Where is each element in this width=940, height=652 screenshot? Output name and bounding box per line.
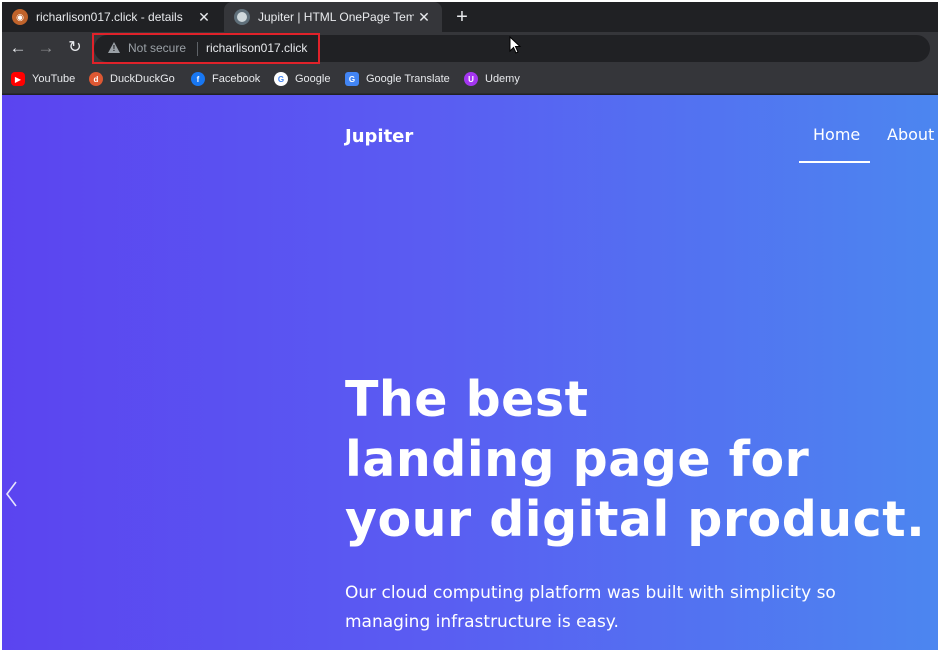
duckduckgo-icon: d	[89, 72, 103, 86]
tab-details[interactable]: ◉ richarlison017.click - details ✕	[2, 2, 222, 32]
google-translate-icon: G	[345, 72, 359, 86]
browser-toolbar: ← → ↻ ! Not secure richarlison017.click	[2, 32, 938, 64]
reload-button[interactable]: ↻	[64, 36, 86, 60]
active-nav-indicator	[799, 161, 870, 163]
bookmark-label: Google Translate	[366, 73, 450, 85]
udemy-icon: U	[464, 72, 478, 86]
bookmark-label: Google	[295, 73, 331, 85]
bookmark-facebook[interactable]: f Facebook	[191, 71, 260, 87]
nav-link-about[interactable]: About	[887, 125, 934, 144]
bookmark-label: Facebook	[212, 73, 261, 85]
tab-title: Jupiter | HTML OnePage Template	[258, 10, 414, 24]
browser-window: ◉ richarlison017.click - details ✕ Jupit…	[2, 2, 938, 650]
bookmark-label: DuckDuckGo	[110, 73, 175, 85]
bookmark-youtube[interactable]: ▶ YouTube	[11, 71, 75, 87]
globe-favicon-icon	[234, 9, 250, 25]
hero-title: The best landing page for your digital p…	[345, 370, 938, 550]
hero-title-line: your digital product.	[345, 491, 926, 548]
bookmark-label: Udemy	[485, 73, 520, 85]
nav-link-home[interactable]: Home	[813, 125, 860, 144]
bookmark-udemy[interactable]: U Udemy	[464, 71, 520, 87]
hero-title-line: landing page for	[345, 431, 810, 488]
chevron-left-icon[interactable]	[4, 480, 20, 508]
tab-title: richarlison017.click - details	[36, 10, 183, 24]
bookmark-label: YouTube	[32, 73, 76, 85]
url-highlight-box	[92, 33, 320, 64]
back-button[interactable]: ←	[7, 36, 29, 60]
bookmarks-bar: ▶ YouTube d DuckDuckGo f Facebook G Goog…	[2, 64, 938, 94]
web-page: Jupiter Home About The best landing page…	[2, 95, 938, 650]
hero-subtitle: Our cloud computing platform was built w…	[345, 583, 836, 632]
site-logo[interactable]: Jupiter	[345, 126, 413, 147]
tab-jupiter[interactable]: Jupiter | HTML OnePage Template ✕	[224, 2, 442, 32]
close-tab-icon[interactable]: ✕	[194, 9, 214, 26]
tab-strip: ◉ richarlison017.click - details ✕ Jupit…	[2, 2, 938, 32]
hero-title-line: The best	[345, 371, 589, 428]
bookmark-google[interactable]: G Google	[274, 71, 330, 87]
bookmark-google-translate[interactable]: G Google Translate	[345, 71, 450, 87]
new-tab-button[interactable]: +	[450, 5, 474, 29]
youtube-icon: ▶	[11, 72, 25, 86]
site-favicon-icon: ◉	[12, 9, 28, 25]
google-icon: G	[274, 72, 288, 86]
mouse-pointer-icon	[509, 36, 522, 54]
close-tab-icon[interactable]: ✕	[414, 9, 434, 26]
bookmark-duckduckgo[interactable]: d DuckDuckGo	[89, 71, 175, 87]
facebook-icon: f	[191, 72, 205, 86]
forward-button[interactable]: →	[35, 36, 57, 60]
